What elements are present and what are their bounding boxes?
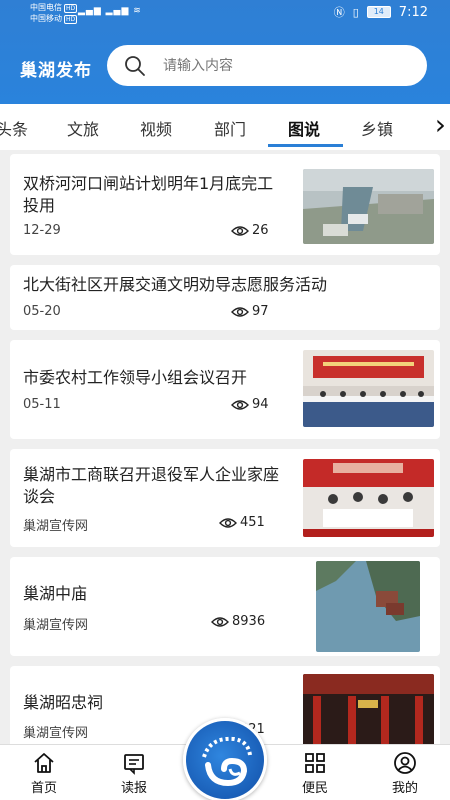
signal-icon: ▂▄▆ ▂▄▆ ≋ [78,6,142,16]
news-list: 双桥河河口闸站计划明年1月底完工投用 12-29 26 北大街社区开展交通文明劝… [10,154,440,746]
carrier-1: 中国电信 [30,3,62,12]
news-title: 双桥河河口闸站计划明年1月底完工投用 [23,174,274,215]
nfc-icon: Ⓝ [333,6,345,19]
carrier-2: 中国移动 [30,14,62,23]
news-thumbnail [303,350,434,427]
view-count-value: 26 [252,223,269,238]
eye-icon [231,399,249,410]
view-count-value: 451 [240,515,265,530]
news-title: 北大街社区开展交通文明劝导志愿服务活动 [23,275,328,294]
hd-badge: HD [64,4,78,13]
tab-video[interactable]: 视频 [140,116,172,140]
nav-label: 便民 [301,781,328,796]
tab-culture-tourism[interactable]: 文旅 [67,116,99,140]
view-count: 26 [231,223,269,238]
eye-icon [211,616,229,627]
chevron-right-icon[interactable]: › [435,108,446,141]
home-icon [34,753,54,773]
app-title: 巢湖发布 [20,61,92,81]
news-date: 05-11 [23,397,61,412]
app-logo-icon [202,736,252,787]
app-header: 中国电信 HD 中国移动 HD ▂▄▆ ▂▄▆ ≋ Ⓝ ▯ 14 7:12 巢湖发布 [0,0,450,104]
view-count: 8936 [211,614,265,629]
nav-services[interactable]: 便民 [285,751,345,796]
nav-label: 我的 [391,781,418,796]
eye-icon [231,225,249,236]
nav-mine[interactable]: 我的 [375,751,435,796]
hd-badge: HD [64,15,78,24]
search-input[interactable] [163,54,403,78]
nav-label: 读报 [120,781,147,796]
meeting-hall-image [303,350,434,427]
nav-home[interactable]: 首页 [14,751,74,796]
news-card[interactable]: 双桥河河口闸站计划明年1月底完工投用 12-29 26 [10,154,440,255]
news-title: 巢湖昭忠祠 [23,693,104,712]
user-icon [394,752,416,774]
news-thumbnail [303,169,434,244]
news-thumbnail [316,561,420,652]
battery-icon: 14 [366,6,391,18]
view-count-value: 8936 [232,614,266,629]
news-source: 巢湖宣传网 [23,726,89,741]
view-count: 94 [231,397,269,412]
tab-departments[interactable]: 部门 [214,116,246,140]
clock: 7:12 [398,4,428,20]
news-date: 12-29 [23,223,61,238]
nav-read-paper[interactable]: 读报 [104,751,164,796]
tab-towns[interactable]: 乡镇 [361,116,393,140]
active-tab-indicator [268,144,343,147]
tab-picture-stories[interactable]: 图说 [288,116,320,140]
red-temple-image [303,674,434,746]
eye-icon [231,306,249,317]
view-count: 451 [219,515,265,530]
nav-label: 首页 [30,781,57,796]
news-thumbnail [303,674,434,746]
eye-icon [219,517,237,528]
news-card[interactable]: 巢湖市工商联召开退役军人企业家座谈会 巢湖宣传网 451 [10,449,440,547]
status-bar: 中国电信 HD 中国移动 HD ▂▄▆ ▂▄▆ ≋ Ⓝ ▯ 14 7:12 [0,0,450,26]
vibrate-icon: ▯ [352,5,359,19]
news-card[interactable]: 北大街社区开展交通文明劝导志愿服务活动 05-20 97 [10,265,440,330]
category-tabs: 头条 文旅 视频 部门 图说 乡镇 › [0,104,450,150]
news-source: 巢湖宣传网 [23,519,89,534]
news-title: 巢湖中庙 [23,584,88,603]
news-card[interactable]: 市委农村工作领导小组会议召开 05-11 94 [10,340,440,439]
view-count-value: 94 [252,397,269,412]
news-source: 巢湖宣传网 [23,618,89,633]
status-right: Ⓝ ▯ 14 7:12 [334,4,428,20]
news-thumbnail [303,459,434,537]
view-count: 97 [231,304,269,319]
tab-headlines[interactable]: 头条 [0,116,28,140]
aerial-construction-image [303,169,434,244]
center-logo-button[interactable] [183,718,267,800]
carrier-info: 中国电信 HD 中国移动 HD [30,2,78,24]
search-bar[interactable] [107,45,427,86]
news-title: 市委农村工作领导小组会议召开 [23,368,248,387]
news-title: 巢湖市工商联召开退役军人企业家座谈会 [23,465,280,506]
search-icon [125,56,145,76]
grid-icon [305,753,325,773]
conference-red-image [303,459,434,537]
view-count-value: 97 [252,304,269,319]
news-card[interactable]: 巢湖中庙 巢湖宣传网 8936 [10,557,440,656]
aerial-lake-temple-image [316,561,420,652]
newspaper-icon [124,754,144,775]
news-date: 05-20 [23,304,61,319]
